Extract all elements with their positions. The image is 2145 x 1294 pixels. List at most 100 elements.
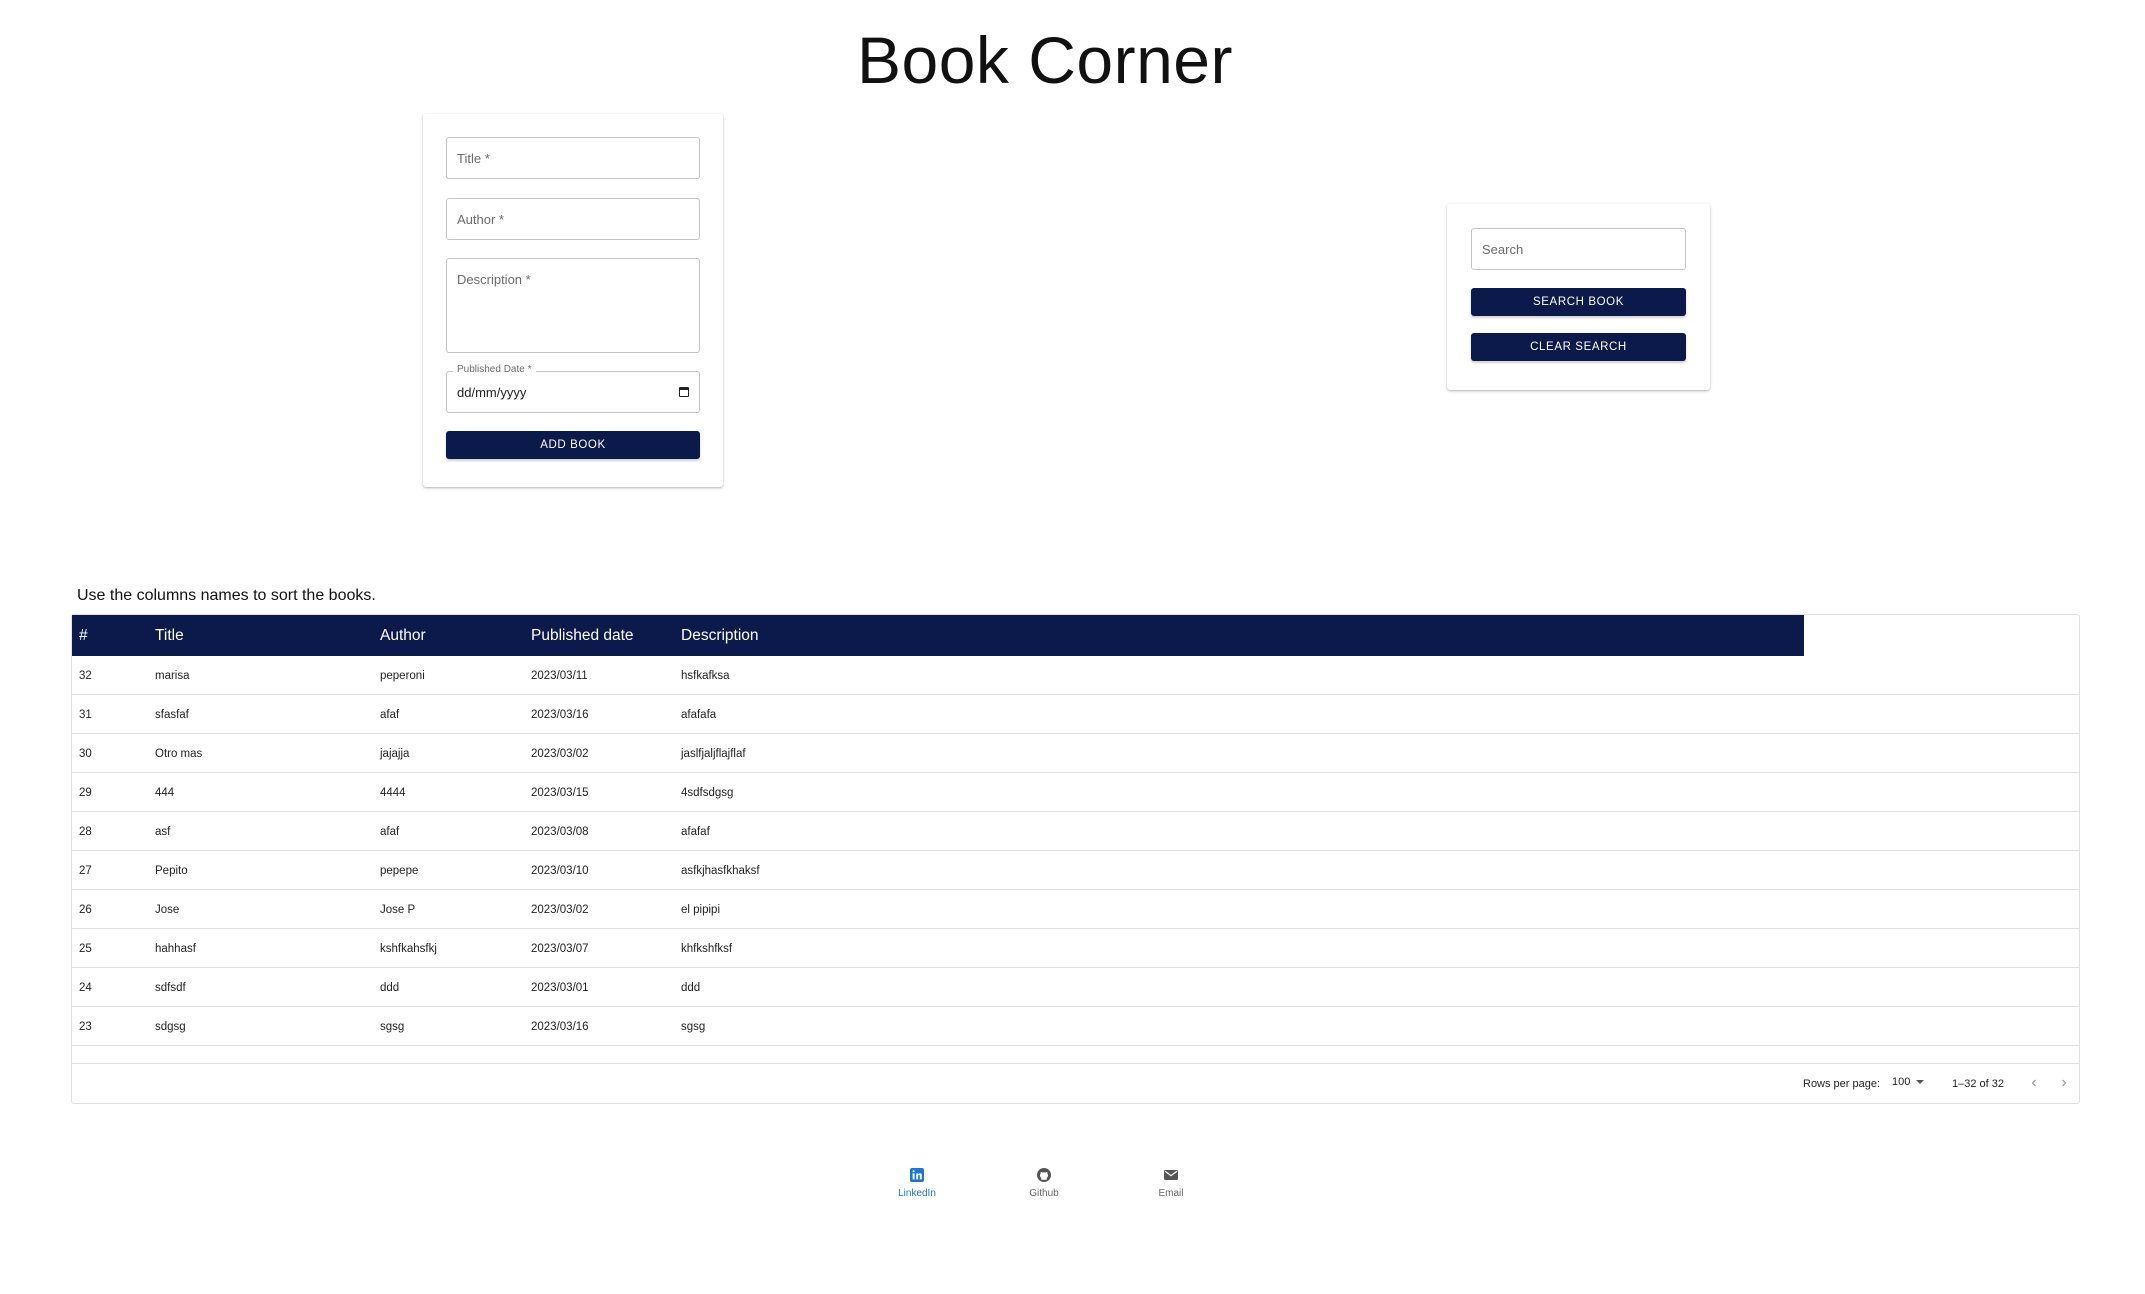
title-field[interactable]: Title * (446, 137, 700, 179)
table-row[interactable]: 25 hahhasf kshfkahsfkj 2023/03/07 khfksh… (72, 929, 2079, 968)
cell-title: sfasfaf (155, 709, 189, 721)
page-title: Book Corner (856, 23, 1233, 97)
rows-per-page-label: Rows per page: (1803, 1078, 1881, 1090)
table-row[interactable]: 27 Pepito pepepe 2023/03/10 asfkjhasfkha… (72, 851, 2079, 890)
cell-author: ddd (380, 982, 400, 994)
previous-page-button[interactable]: ‹ (2023, 1072, 2045, 1094)
search-input-placeholder: Search (1482, 242, 1524, 257)
published-date-field[interactable]: Published Date * dd/mm/yyyy (446, 364, 700, 413)
title-field-placeholder: Title * (457, 151, 490, 166)
table-row[interactable]: 26 Jose Jose P 2023/03/02 el pipipi (72, 890, 2079, 929)
cell-title: asf (155, 826, 171, 838)
cell-description: afafafa (681, 709, 717, 721)
nav-github-label: Github (1029, 1188, 1059, 1199)
table-row[interactable]: 31 sfasfaf afaf 2023/03/16 afafafa (72, 695, 2079, 734)
table-header: # Title Author Published date Descriptio… (72, 615, 1804, 656)
cell-title: 444 (155, 787, 175, 799)
page-info: 1–32 of 32 (1952, 1078, 2004, 1090)
cell-title: hahhasf (155, 943, 196, 955)
search-book-button[interactable]: SEARCH BOOK (1471, 288, 1686, 316)
cell-author: kshfkahsfkj (380, 943, 437, 955)
cell-published-date: 2023/03/15 (531, 787, 589, 799)
author-field[interactable]: Author * (446, 198, 700, 240)
table-row[interactable]: 28 asf afaf 2023/03/08 afafaf (72, 812, 2079, 851)
cell-author: afaf (380, 709, 400, 721)
bottom-navigation: LinkedIn Github Email (0, 1167, 2145, 1207)
cell-description: hsfkafksa (681, 670, 730, 682)
cell-title: Jose (155, 904, 180, 916)
nav-email-label: Email (1158, 1188, 1184, 1199)
cell-author: 4444 (380, 787, 406, 799)
published-date-label: Published Date * (453, 364, 536, 375)
cell-description: khfkshfksf (681, 943, 733, 955)
calendar-icon[interactable] (679, 387, 689, 397)
cell-published-date: 2023/03/07 (531, 943, 589, 955)
cell-published-date: 2023/03/16 (531, 709, 589, 721)
nav-github[interactable]: Github (1004, 1167, 1084, 1199)
github-icon (1037, 1168, 1051, 1182)
add-book-button[interactable]: ADD BOOK (446, 431, 700, 459)
cell-published-date: 2023/03/08 (531, 826, 589, 838)
table-row[interactable]: 32 marisa peperoni 2023/03/11 hsfkafksa (72, 656, 2079, 695)
description-field-placeholder: Description * (457, 272, 531, 287)
books-table: # Title Author Published date Descriptio… (71, 614, 2080, 1104)
cell-description: 4sdfsdgsg (681, 787, 734, 799)
next-page-button[interactable]: › (2053, 1072, 2075, 1094)
table-row[interactable]: 24 sdfsdf ddd 2023/03/01 ddd (72, 968, 2079, 1007)
column-header-title[interactable]: Title (155, 627, 184, 645)
cell-title: Pepito (155, 865, 188, 877)
column-header-id[interactable]: # (79, 627, 88, 645)
table-row[interactable]: 30 Otro mas jajajja 2023/03/02 jaslfjalj… (72, 734, 2079, 773)
cell-author: pepepe (380, 865, 419, 877)
author-field-placeholder: Author * (457, 212, 504, 227)
description-field[interactable]: Description * (446, 258, 700, 353)
nav-email[interactable]: Email (1131, 1167, 1211, 1199)
cell-author: sgsg (380, 1021, 405, 1033)
cell-id: 26 (79, 904, 92, 916)
clear-search-button[interactable]: CLEAR SEARCH (1471, 333, 1686, 361)
column-header-published-date[interactable]: Published date (531, 627, 634, 645)
cell-author: jajajja (380, 748, 410, 760)
nav-linkedin[interactable]: LinkedIn (877, 1167, 957, 1199)
cell-published-date: 2023/03/10 (531, 865, 589, 877)
linkedin-icon (910, 1168, 924, 1182)
cell-author: peperoni (380, 670, 425, 682)
cell-id: 29 (79, 787, 92, 799)
cell-id: 31 (79, 709, 92, 721)
published-date-value: dd/mm/yyyy (457, 385, 527, 400)
rows-per-page-value: 100 (1892, 1076, 1911, 1088)
table-row[interactable]: 23 sdgsg sgsg 2023/03/16 sgsg (72, 1007, 2079, 1046)
table-row[interactable]: 29 444 4444 2023/03/15 4sdfsdgsg (72, 773, 2079, 812)
search-input[interactable]: Search (1471, 228, 1686, 270)
column-header-author[interactable]: Author (380, 627, 426, 645)
add-book-card: Title * Author * Description * Published… (423, 114, 723, 487)
cell-id: 28 (79, 826, 92, 838)
column-header-description[interactable]: Description (681, 627, 759, 645)
cell-id: 24 (79, 982, 92, 994)
cell-id: 25 (79, 943, 92, 955)
cell-title: sdgsg (155, 1021, 186, 1033)
cell-description: asfkjhasfkhaksf (681, 865, 760, 877)
cell-published-date: 2023/03/02 (531, 904, 589, 916)
cell-id: 32 (79, 670, 92, 682)
cell-description: jaslfjaljflajflaf (681, 748, 746, 760)
search-card: Search SEARCH BOOK CLEAR SEARCH (1447, 204, 1710, 390)
table-pagination: Rows per page: 100 1–32 of 32 ‹ › (72, 1063, 2079, 1104)
cell-id: 27 (79, 865, 92, 877)
cell-title: Otro mas (155, 748, 203, 760)
nav-linkedin-label: LinkedIn (898, 1188, 936, 1199)
cell-id: 23 (79, 1021, 92, 1033)
cell-description: sgsg (681, 1021, 706, 1033)
cell-author: afaf (380, 826, 400, 838)
cell-id: 30 (79, 748, 92, 760)
cell-published-date: 2023/03/01 (531, 982, 589, 994)
cell-published-date: 2023/03/16 (531, 1021, 589, 1033)
cell-description: afafaf (681, 826, 710, 838)
cell-description: el pipipi (681, 904, 720, 916)
cell-title: marisa (155, 670, 190, 682)
cell-description: ddd (681, 982, 701, 994)
cell-published-date: 2023/03/11 (531, 670, 588, 682)
rows-per-page-select[interactable]: 100 (1892, 1076, 1925, 1088)
email-icon (1164, 1170, 1178, 1180)
cell-title: sdfsdf (155, 982, 186, 994)
